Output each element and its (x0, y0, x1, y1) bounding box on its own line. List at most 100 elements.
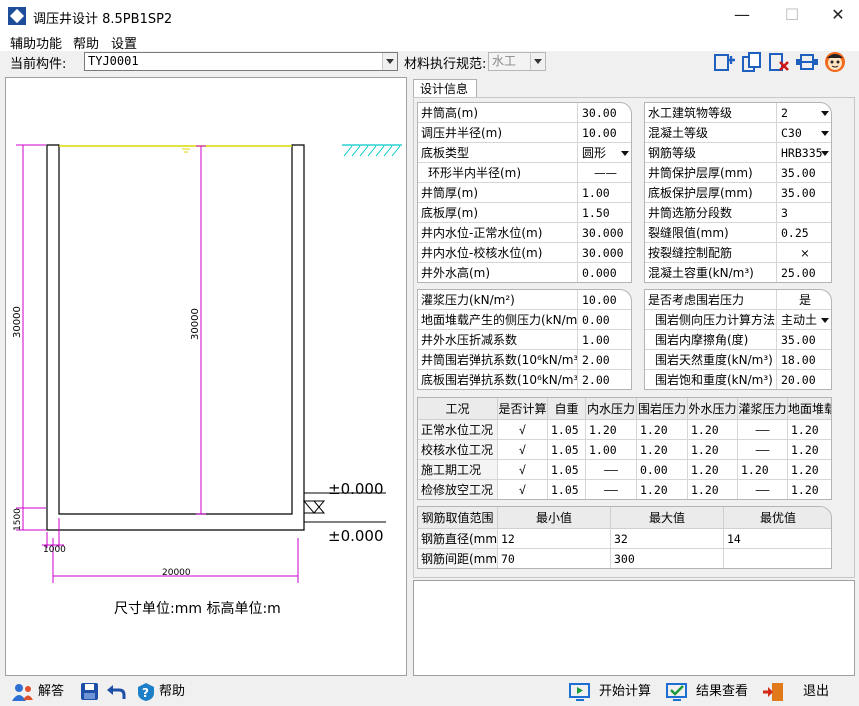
table-cell[interactable]: 1.05 (548, 440, 586, 460)
property-value[interactable]: 3 (777, 203, 831, 223)
property-value[interactable]: 10.00 (578, 123, 631, 143)
maximize-button[interactable]: ☐ (772, 4, 812, 28)
table-cell[interactable]: —— (738, 440, 788, 460)
property-value[interactable]: 2.00 (578, 350, 631, 370)
property-value[interactable]: 35.00 (777, 330, 831, 350)
copy-component-icon[interactable] (741, 51, 763, 73)
view-results-button[interactable]: 结果查看 (666, 682, 748, 702)
rebar-value-cell[interactable]: 300 (611, 549, 724, 568)
property-label: 井外水高(m) (418, 263, 578, 282)
property-value[interactable]: 35.00 (777, 163, 831, 183)
property-value[interactable]: 25.00 (777, 263, 831, 282)
table-cell[interactable]: 1.20 (788, 480, 831, 499)
close-button[interactable]: ✕ (818, 4, 858, 28)
tab-design-info[interactable]: 设计信息 (413, 79, 477, 98)
grid-row: 井筒围岩弹抗系数(10⁶kN/m³) 2.00 (418, 350, 631, 370)
property-value[interactable]: 0.000 (578, 263, 631, 282)
calc-checkbox[interactable]: √ (498, 440, 548, 460)
table-cell[interactable]: 1.05 (548, 480, 586, 499)
chevron-down-icon[interactable] (821, 131, 829, 136)
output-log[interactable] (413, 580, 855, 676)
property-value[interactable]: 35.00 (777, 183, 831, 203)
rebar-value-cell[interactable]: 14 (724, 529, 831, 549)
chevron-down-icon[interactable] (821, 318, 829, 323)
property-value[interactable]: 10.00 (578, 290, 631, 310)
property-value[interactable]: 是 (777, 290, 831, 310)
table-cell[interactable]: 1.00 (586, 440, 637, 460)
delete-component-icon[interactable] (768, 51, 790, 73)
table-cell[interactable]: 1.20 (788, 460, 831, 480)
help-label: 帮助 (159, 684, 186, 699)
component-select[interactable]: TYJ0001 (84, 52, 398, 71)
grid-row: 底板类型 圆形 (418, 143, 631, 163)
component-label: 当前构件: (10, 57, 67, 72)
property-label: 围岩侧向压力计算方法 (645, 310, 777, 330)
menu-auxiliary[interactable]: 辅助功能 (10, 33, 62, 52)
rebar-value-cell[interactable]: 70 (498, 549, 611, 568)
property-label: 是否考虑围岩压力 (645, 290, 777, 310)
table-cell[interactable]: 1.20 (586, 420, 637, 440)
answer-button[interactable]: 解答 (12, 682, 64, 702)
rebar-value-cell[interactable] (724, 549, 831, 568)
table-cell[interactable]: —— (586, 480, 637, 499)
table-cell[interactable]: 1.20 (688, 460, 738, 480)
property-value[interactable]: 30.00 (578, 103, 631, 123)
table-cell[interactable]: 0.00 (637, 460, 688, 480)
table-cell[interactable]: —— (586, 460, 637, 480)
property-value[interactable]: 2.00 (578, 370, 631, 389)
table-cell[interactable]: 1.20 (688, 480, 738, 499)
column-header: 工况 (418, 398, 498, 420)
chevron-down-icon[interactable] (821, 111, 829, 116)
property-value[interactable]: 18.00 (777, 350, 831, 370)
property-value[interactable]: 0.25 (777, 223, 831, 243)
property-label: 底板厚(m) (418, 203, 578, 223)
chevron-down-icon[interactable] (621, 151, 629, 156)
table-cell[interactable]: 1.05 (548, 420, 586, 440)
table-cell[interactable]: 1.20 (688, 420, 738, 440)
property-label: 地面堆载产生的侧压力(kN/m² (418, 310, 578, 330)
menu-settings[interactable]: 设置 (111, 33, 137, 52)
code-select[interactable]: 水工 (488, 52, 546, 71)
table-cell[interactable]: 1.20 (637, 480, 688, 499)
dim-wall: 1000 (43, 545, 66, 555)
help-button[interactable]: ? 帮助 (136, 682, 185, 702)
calc-checkbox[interactable]: √ (498, 420, 548, 440)
property-value[interactable]: 1.00 (578, 183, 631, 203)
table-cell[interactable]: 1.20 (688, 440, 738, 460)
rebar-value-cell[interactable]: 12 (498, 529, 611, 549)
table-cell[interactable]: 1.20 (788, 420, 831, 440)
start-calc-button[interactable]: 开始计算 (569, 682, 651, 702)
minimize-button[interactable]: — (722, 4, 762, 28)
table-cell[interactable]: 1.20 (738, 460, 788, 480)
table-cell[interactable]: 1.20 (788, 440, 831, 460)
property-value[interactable]: 20.00 (777, 370, 831, 389)
property-value[interactable]: —— (578, 163, 631, 183)
property-value[interactable]: 0.00 (578, 310, 631, 330)
table-cell[interactable]: —— (738, 420, 788, 440)
menu-help[interactable]: 帮助 (73, 33, 99, 52)
property-label: 井筒围岩弹抗系数(10⁶kN/m³) (418, 350, 578, 370)
user-avatar-icon[interactable] (824, 51, 846, 73)
property-value[interactable]: 1.00 (578, 330, 631, 350)
exit-button[interactable]: 退出 (763, 682, 829, 702)
table-cell[interactable]: —— (738, 480, 788, 499)
chevron-down-icon[interactable] (821, 151, 829, 156)
add-component-icon[interactable] (713, 51, 735, 73)
property-value[interactable]: 30.000 (578, 243, 631, 263)
property-value[interactable]: 1.50 (578, 203, 631, 223)
bottom-toolbar: 解答 ? 帮助 开始计算 结果查看 退出 (0, 678, 859, 706)
property-value[interactable]: 30.000 (578, 223, 631, 243)
undo-button[interactable] (106, 682, 132, 702)
grid-row: 底板厚(m) 1.50 (418, 203, 631, 223)
table-cell[interactable]: 1.20 (637, 440, 688, 460)
table-cell[interactable]: 1.05 (548, 460, 586, 480)
property-value[interactable]: × (777, 243, 831, 263)
grid-row: 钢筋等级 HRB335 (645, 143, 831, 163)
calc-checkbox[interactable]: √ (498, 460, 548, 480)
import-export-icon[interactable] (796, 51, 818, 73)
grid-geometry: 井筒高(m) 30.00 调压井半径(m) 10.00 底板类型 圆形 环形半内半径(m) —… (417, 102, 632, 283)
rebar-value-cell[interactable]: 32 (611, 529, 724, 549)
table-cell[interactable]: 1.20 (637, 420, 688, 440)
save-button[interactable] (80, 682, 106, 702)
calc-checkbox[interactable]: √ (498, 480, 548, 499)
